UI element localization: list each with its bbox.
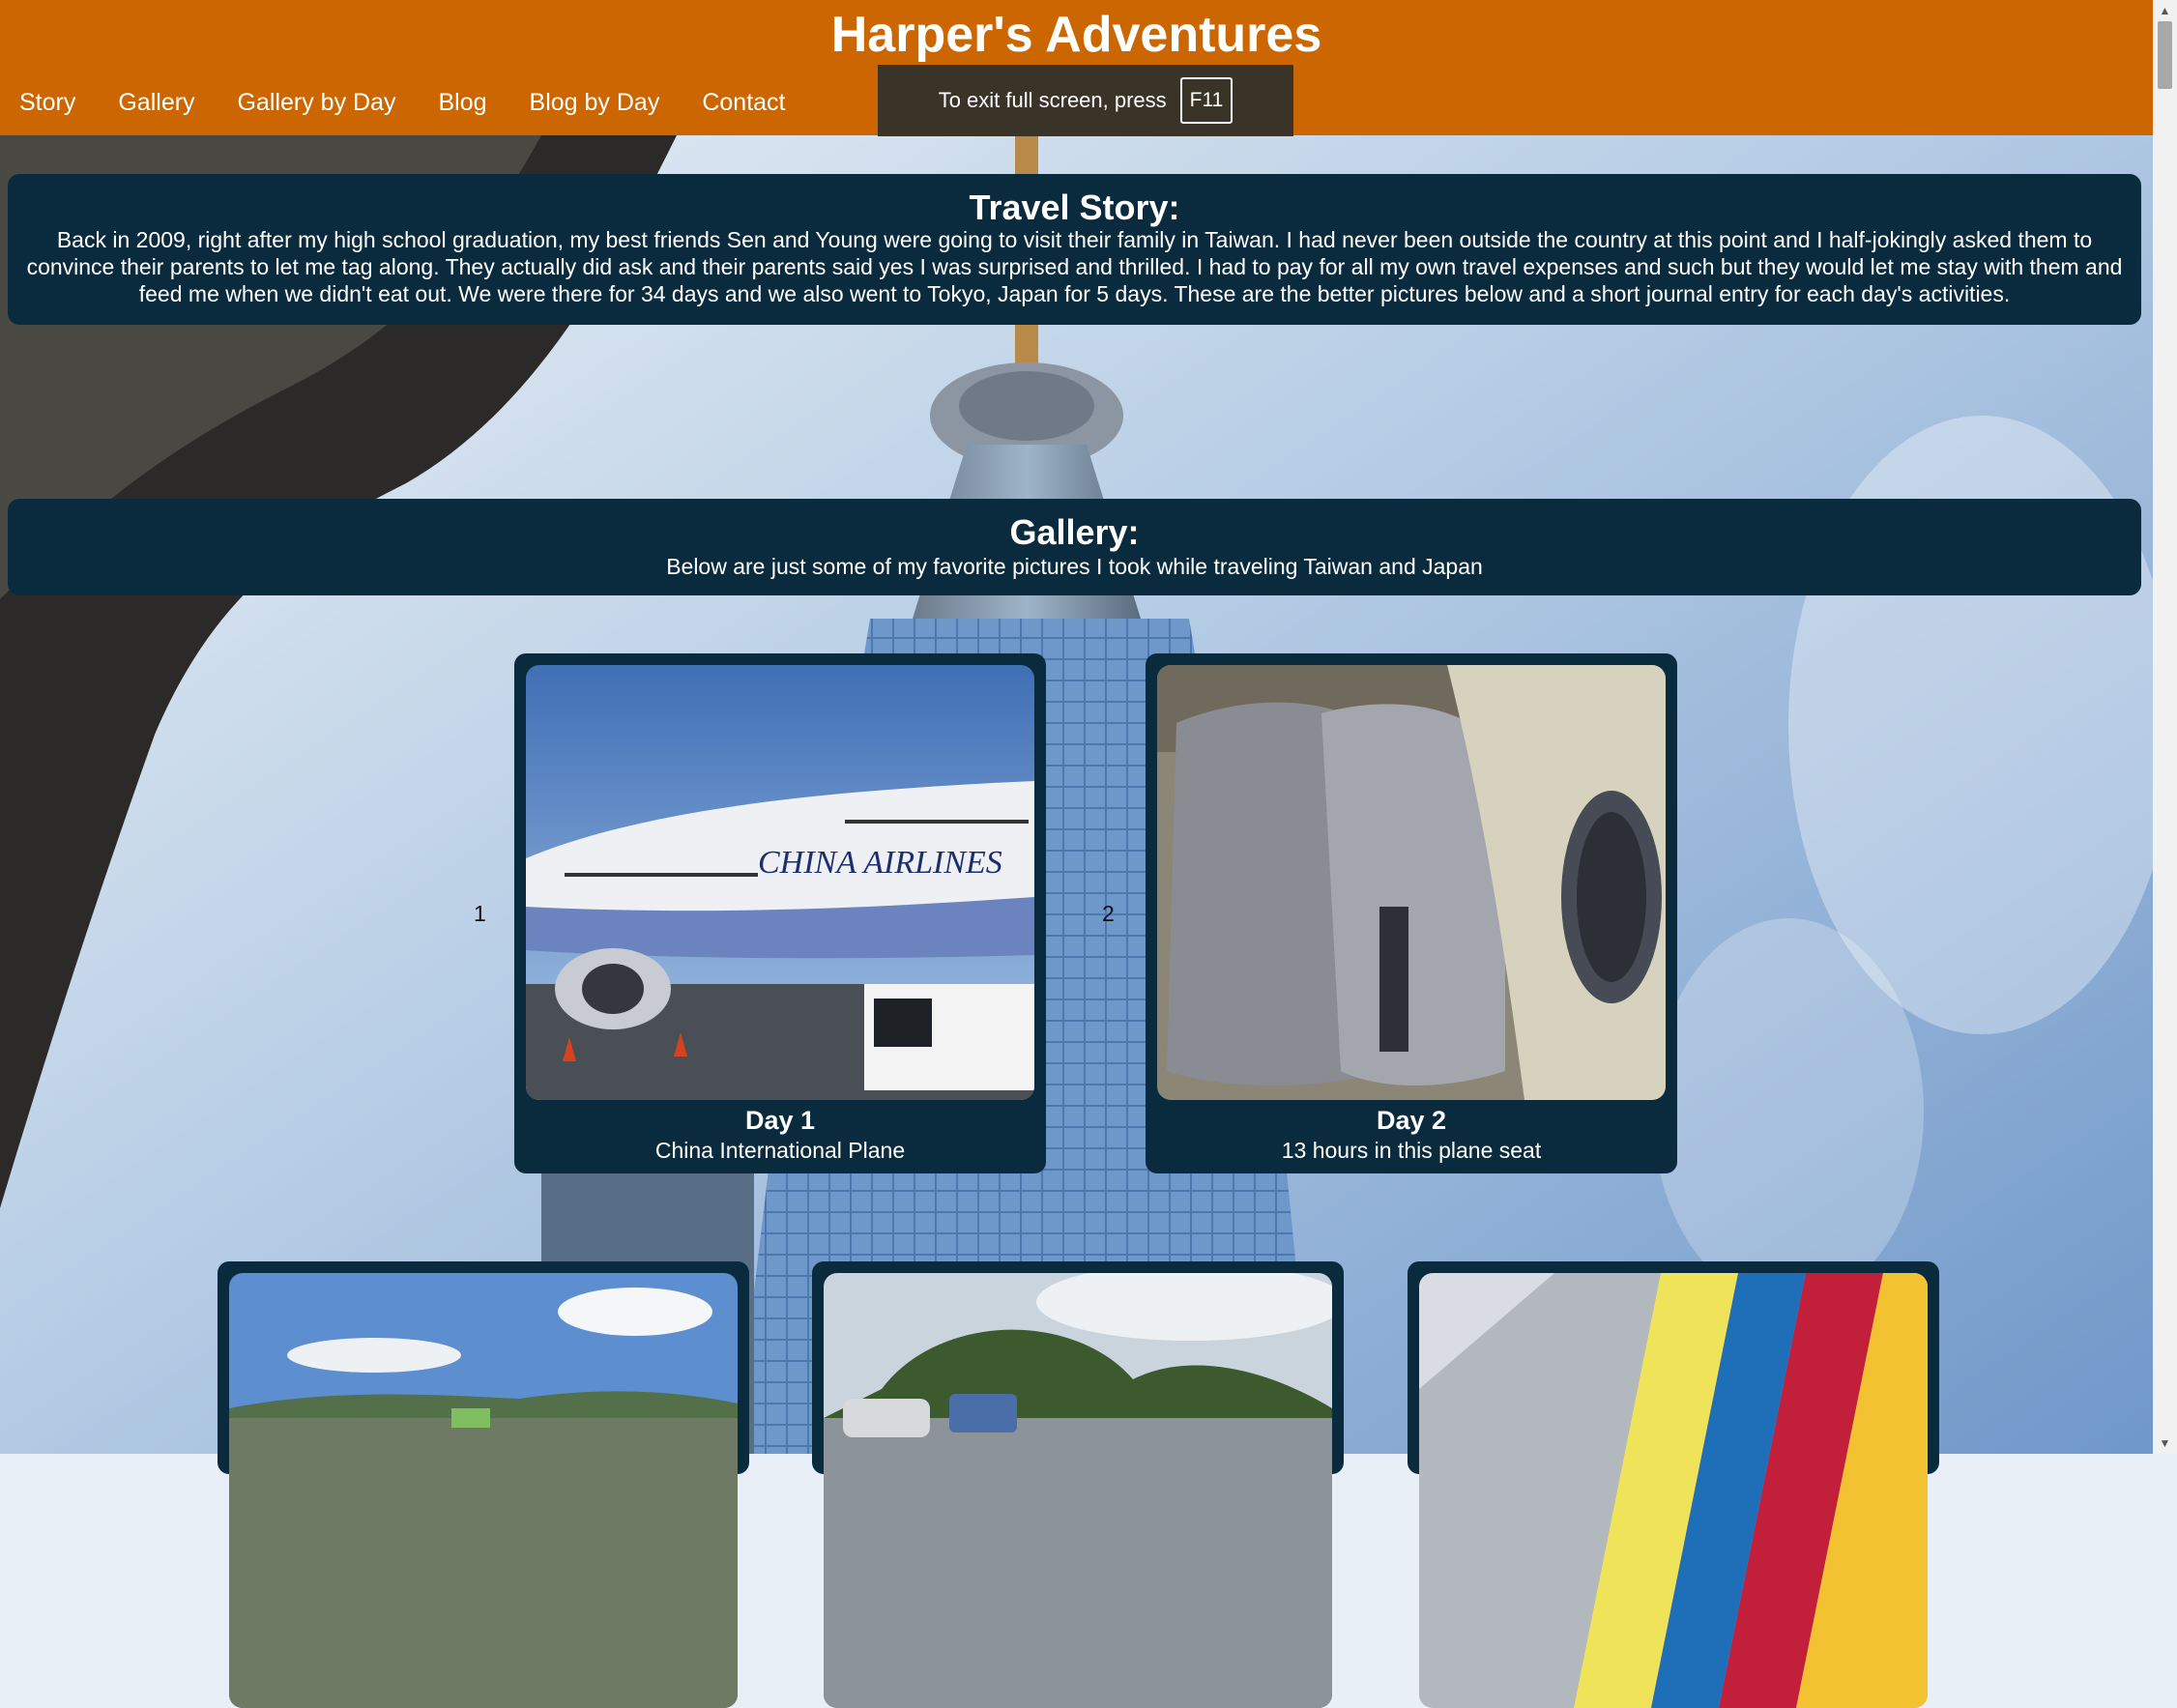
scroll-down-arrow-icon[interactable]: ▼ (2153, 1433, 2177, 1454)
gallery-item-number: 1 (474, 901, 486, 926)
gallery-card-day-1[interactable]: CHINA AIRLINES Day 1 China International… (514, 653, 1046, 1173)
trees-street-photo[interactable] (824, 1273, 1332, 1708)
gallery-card[interactable] (812, 1261, 1344, 1708)
fullscreen-exit-notice: To exit full screen, press F11 (878, 65, 1293, 136)
gallery-panel: Gallery: Below are just some of my favor… (8, 499, 2141, 595)
main-nav: Story Gallery Gallery by Day Blog Blog b… (0, 83, 809, 122)
scrollbar-thumb[interactable] (2158, 21, 2172, 89)
gallery-card[interactable] (1408, 1261, 1939, 1708)
gallery-card-day: Day 2 (1376, 1106, 1447, 1135)
gallery-heading: Gallery: (1009, 512, 1140, 552)
gallery-card[interactable] (218, 1261, 749, 1708)
nav-blog[interactable]: Blog (420, 83, 510, 122)
nav-gallery-by-day[interactable]: Gallery by Day (218, 83, 420, 122)
vertical-scrollbar[interactable]: ▲ ▼ (2153, 0, 2177, 1454)
nav-story[interactable]: Story (0, 83, 99, 122)
airplane-photo[interactable]: CHINA AIRLINES (526, 665, 1034, 1100)
gallery-card-day: Day 1 (744, 1106, 816, 1135)
signboard-building-photo[interactable] (1419, 1273, 1928, 1708)
nav-contact[interactable]: Contact (682, 83, 808, 122)
gallery-card-caption: 13 hours in this plane seat (1281, 1138, 1542, 1163)
china-airlines-lettering: CHINA AIRLINES (758, 845, 1002, 881)
travel-story-text: Back in 2009, right after my high school… (26, 227, 2123, 306)
site-title: Harper's Adventures (830, 7, 1322, 63)
city-landscape-photo[interactable] (229, 1273, 738, 1708)
fullscreen-notice-text: To exit full screen, press (938, 88, 1167, 112)
gallery-item-number: 2 (1102, 901, 1115, 926)
f11-key-badge: F11 (1179, 77, 1234, 124)
gallery-subtitle: Below are just some of my favorite pictu… (666, 554, 1483, 579)
travel-story-panel: Travel Story: Back in 2009, right after … (8, 174, 2141, 325)
gallery-card-caption: China International Plane (654, 1138, 906, 1163)
nav-gallery[interactable]: Gallery (99, 83, 218, 122)
plane-seat-photo[interactable] (1157, 665, 1666, 1100)
travel-story-heading: Travel Story: (969, 188, 1180, 227)
gallery-card-day-2[interactable]: Day 2 13 hours in this plane seat (1146, 653, 1677, 1173)
scroll-up-arrow-icon[interactable]: ▲ (2153, 0, 2177, 21)
nav-blog-by-day[interactable]: Blog by Day (510, 83, 683, 122)
